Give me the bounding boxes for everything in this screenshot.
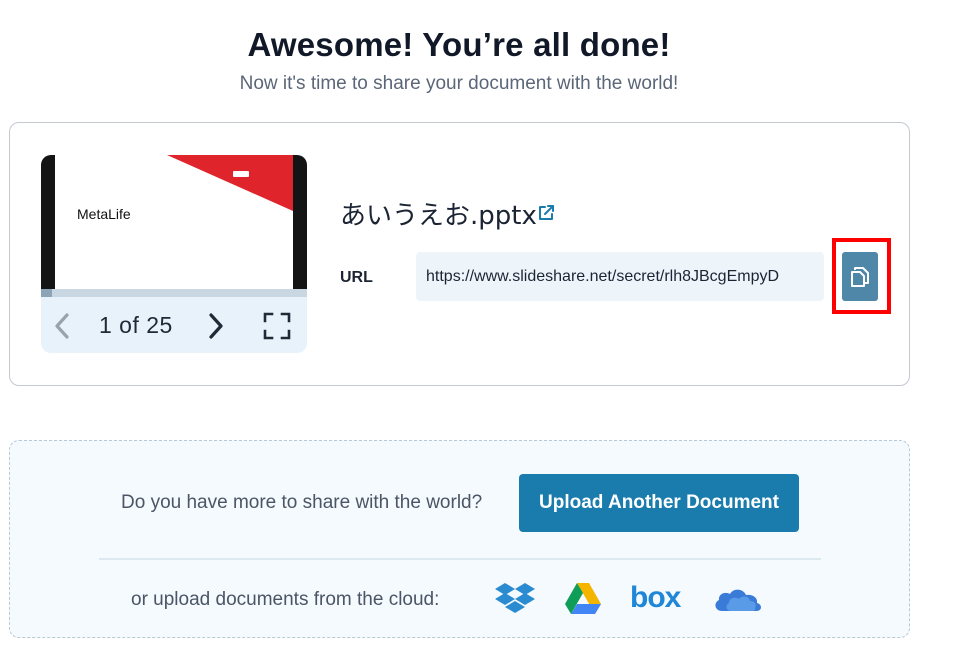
divider	[99, 558, 821, 560]
onedrive-icon[interactable]	[712, 583, 764, 613]
url-label: URL	[340, 269, 373, 286]
external-link-icon[interactable]	[536, 203, 556, 223]
page-title: Awesome! You’re all done!	[247, 26, 671, 63]
copy-url-button[interactable]	[842, 252, 878, 301]
dropbox-icon[interactable]	[494, 581, 536, 615]
copy-icon	[851, 266, 869, 287]
slide-progress-fill	[41, 289, 52, 297]
box-icon[interactable]: box	[630, 581, 681, 615]
slide-red-banner	[167, 155, 293, 211]
slide-right-bar	[293, 155, 307, 289]
google-drive-icon[interactable]	[563, 581, 603, 615]
document-card: MetaLife 1 of 25 あいうえお.pptx URL https://…	[9, 122, 910, 386]
chevron-left-icon[interactable]	[51, 311, 73, 341]
page-subtitle: Now it's time to share your document wit…	[239, 73, 679, 94]
url-field[interactable]	[416, 252, 824, 301]
slide-brand-text: MetaLife	[77, 206, 131, 222]
slide-preview: MetaLife 1 of 25	[41, 155, 307, 353]
slide-controls: 1 of 25	[41, 297, 307, 353]
page-counter: 1 of 25	[99, 312, 173, 338]
chevron-right-icon[interactable]	[205, 311, 227, 341]
cloud-upload-text: or upload documents from the cloud:	[131, 589, 440, 610]
upload-more-panel: Do you have more to share with the world…	[9, 440, 910, 638]
slide-tag	[233, 171, 249, 177]
slide-progress-bar	[41, 289, 307, 297]
upload-another-document-button[interactable]: Upload Another Document	[519, 474, 799, 532]
slide-red-triangle	[167, 155, 293, 211]
more-to-share-text: Do you have more to share with the world…	[121, 492, 483, 513]
document-filename: あいうえお.pptx	[340, 201, 537, 231]
fullscreen-icon[interactable]	[263, 312, 291, 340]
slide-thumbnail[interactable]: MetaLife	[41, 155, 307, 289]
